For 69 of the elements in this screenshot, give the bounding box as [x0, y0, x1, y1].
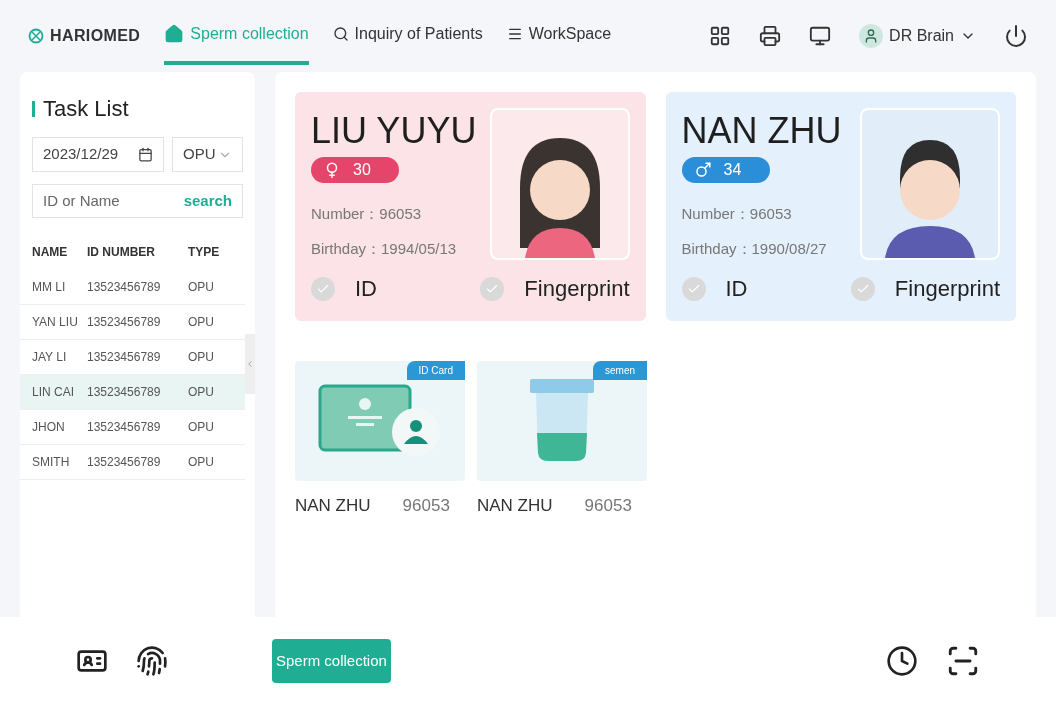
- table-cell-text: JHON: [32, 419, 66, 436]
- patient-birthday: Birthday：1990/08/27: [681, 238, 828, 259]
- patient-name: NAN ZHU: [681, 109, 842, 153]
- table-cell-text: 13523456789: [87, 349, 162, 366]
- sample-number: 96053: [402, 495, 450, 517]
- sample-patient-name: NAN ZHU: [477, 495, 553, 517]
- table-cell-text: OPU: [188, 384, 215, 401]
- sample-number: 96053: [584, 495, 632, 517]
- table-cell-text: 13523456789: [87, 384, 162, 401]
- verification-label: ID: [355, 275, 377, 303]
- home-icon: [164, 24, 185, 44]
- verification-label: Fingerprint: [894, 275, 1000, 303]
- scan-icon[interactable]: [946, 644, 980, 678]
- table-cell-text: OPU: [188, 314, 215, 331]
- sample-tag: ID Card: [406, 361, 465, 380]
- table-cell-text: JAY LI: [32, 349, 68, 366]
- patient-number: Number：96053: [311, 204, 423, 224]
- chevron-left-icon: [245, 358, 255, 370]
- table-cell-text: OPU: [188, 349, 215, 366]
- printer-icon[interactable]: [759, 25, 782, 47]
- table-cell-text: YAN LIU: [32, 314, 79, 331]
- patient-card[interactable]: NAN ZHU 34 Number：96053 Birthday：1990/08/27 ID Fingerprint: [665, 92, 1016, 321]
- sample-patient-name: NAN ZHU: [295, 495, 371, 517]
- patient-card[interactable]: LIU YUYU 30 Number：96053 Birthday：1994/05/13 ID Fingerprint: [295, 92, 646, 321]
- brand-name: HARIOMED: [50, 26, 141, 46]
- table-cell-text: OPU: [188, 279, 215, 296]
- table-cell-text: 13523456789: [87, 419, 162, 436]
- panel-title: Task List: [43, 95, 129, 123]
- menu-icon: [506, 26, 523, 42]
- avatar-icon: [859, 24, 884, 48]
- table-row[interactable]: MM LI 13523456789 OPU: [20, 270, 245, 305]
- table-row[interactable]: LIN CAI 13523456789 OPU: [20, 375, 245, 410]
- fingerprint-icon[interactable]: [136, 645, 168, 677]
- table-cell-text: SMITH: [32, 454, 71, 471]
- male-icon: [693, 161, 712, 179]
- table-cell-text: 13523456789: [87, 279, 162, 296]
- verification-label: Fingerprint: [524, 275, 630, 303]
- patient-name: LIU YUYU: [311, 109, 477, 153]
- age-badge: 30: [311, 157, 399, 183]
- column-header: ID NUMBER: [87, 244, 156, 261]
- table-row[interactable]: YAN LIU 13523456789 OPU: [20, 305, 245, 340]
- search-icon: [332, 26, 349, 42]
- table-cell-text: OPU: [188, 419, 215, 436]
- type-dropdown[interactable]: OPU: [172, 137, 243, 172]
- table-row[interactable]: SMITH 13523456789 OPU: [20, 445, 245, 480]
- clock-icon[interactable]: [886, 645, 918, 677]
- calendar-icon: [138, 147, 153, 162]
- monitor-icon[interactable]: [809, 25, 832, 47]
- sample-tag: semen: [593, 361, 647, 380]
- verification-label: ID: [725, 275, 748, 303]
- nav-tab[interactable]: WorkSpace: [506, 7, 612, 65]
- table-cell-text: OPU: [188, 454, 215, 471]
- table-row[interactable]: JHON 13523456789 OPU: [20, 410, 245, 445]
- patient-number: Number：96053: [681, 204, 793, 224]
- user-menu[interactable]: DR Brain: [859, 24, 976, 48]
- table-cell-text: 13523456789: [87, 454, 162, 471]
- table-cell-text: MM LI: [32, 279, 67, 296]
- grid-icon[interactable]: [709, 25, 732, 47]
- logo-icon: [28, 28, 44, 44]
- date-field[interactable]: 2023/12/29: [32, 137, 164, 172]
- column-header: TYPE: [188, 244, 221, 261]
- power-icon[interactable]: [1004, 24, 1028, 48]
- column-header: NAME: [32, 244, 69, 261]
- nav-tab[interactable]: Inquiry of Patients: [332, 7, 483, 65]
- age-badge: 34: [681, 157, 770, 183]
- table-cell-text: LIN CAI: [32, 384, 75, 401]
- collapse-handle[interactable]: [245, 334, 255, 394]
- table-cell-text: 13523456789: [87, 314, 162, 331]
- patient-birthday: Birthday：1994/05/13: [311, 238, 458, 259]
